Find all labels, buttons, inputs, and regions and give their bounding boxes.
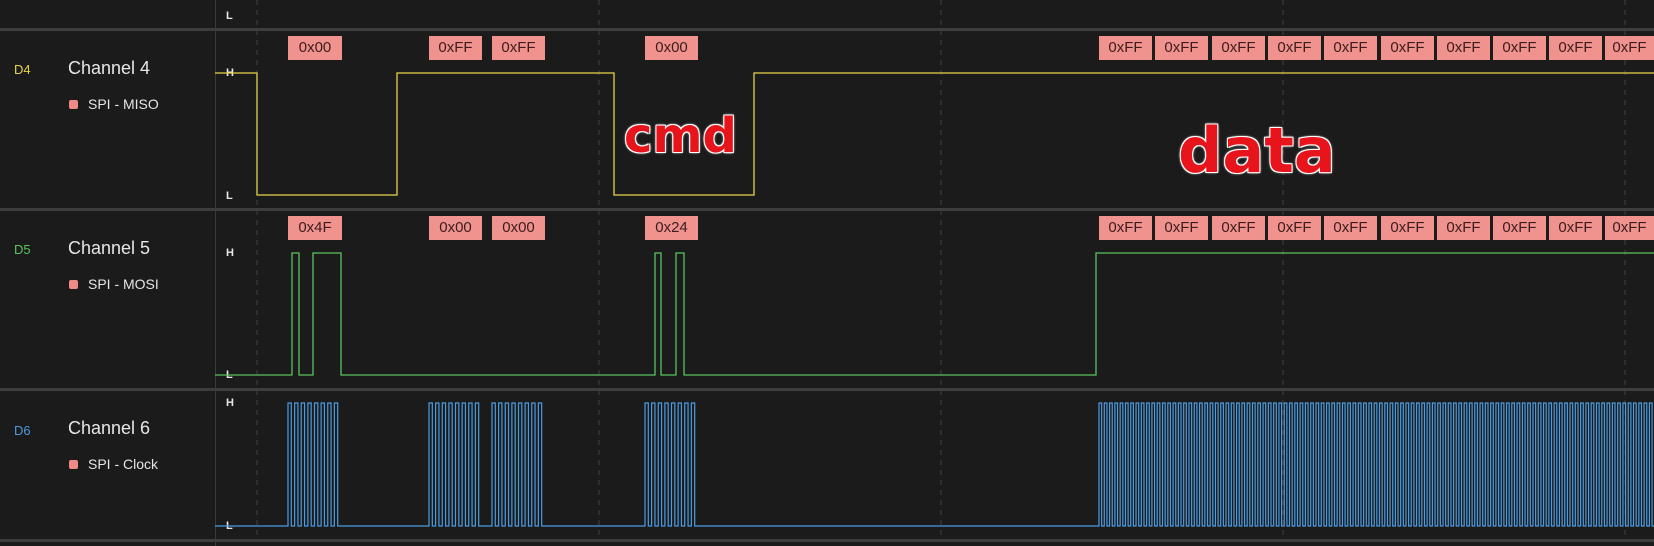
data-annotation: data [1178, 114, 1336, 187]
cmd-annotation: cmd [624, 108, 737, 164]
decoded-byte[interactable]: 0xFF [1155, 216, 1208, 240]
decoded-byte[interactable]: 0xFF [1212, 36, 1265, 60]
decoded-byte[interactable]: 0xFF [1268, 216, 1321, 240]
decoded-byte[interactable]: 0x00 [492, 216, 545, 240]
waveform-area[interactable] [0, 0, 1654, 546]
decoded-byte[interactable]: 0x00 [288, 36, 342, 60]
decoded-byte[interactable]: 0xFF [1605, 216, 1654, 240]
miso-waveform [215, 72, 1654, 196]
decoded-byte[interactable]: 0xFF [1099, 216, 1152, 240]
decoded-byte[interactable]: 0x24 [645, 216, 698, 240]
decoded-byte[interactable]: 0xFF [1381, 36, 1434, 60]
decoded-byte[interactable]: 0xFF [1324, 216, 1377, 240]
decoded-byte[interactable]: 0xFF [1268, 36, 1321, 60]
decoded-byte[interactable]: 0xFF [1549, 36, 1602, 60]
decoded-byte[interactable]: 0x00 [645, 36, 698, 60]
clock-waveform [215, 402, 1654, 527]
decoded-byte[interactable]: 0xFF [1381, 216, 1434, 240]
decoded-byte[interactable]: 0xFF [429, 36, 482, 60]
decoded-byte[interactable]: 0xFF [492, 36, 545, 60]
decoded-byte[interactable]: 0xFF [1099, 36, 1152, 60]
mosi-waveform [215, 252, 1654, 376]
decoded-byte[interactable]: 0xFF [1493, 216, 1546, 240]
decoded-byte[interactable]: 0xFF [1605, 36, 1654, 60]
decoded-byte[interactable]: 0xFF [1324, 36, 1377, 60]
decoded-byte[interactable]: 0xFF [1212, 216, 1265, 240]
decoded-byte[interactable]: 0x4F [288, 216, 342, 240]
decoded-byte[interactable]: 0x00 [429, 216, 482, 240]
decoded-byte[interactable]: 0xFF [1155, 36, 1208, 60]
decoded-byte[interactable]: 0xFF [1549, 216, 1602, 240]
decoded-byte[interactable]: 0xFF [1437, 36, 1490, 60]
decoded-byte[interactable]: 0xFF [1437, 216, 1490, 240]
decoded-byte[interactable]: 0xFF [1493, 36, 1546, 60]
